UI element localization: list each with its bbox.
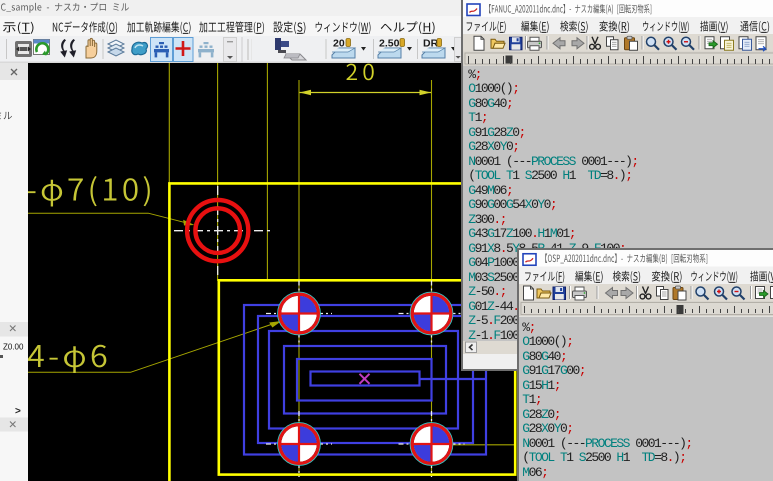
svg-text:>: > [15, 406, 21, 417]
svg-text:Z0.00: Z0.00 [3, 343, 24, 352]
